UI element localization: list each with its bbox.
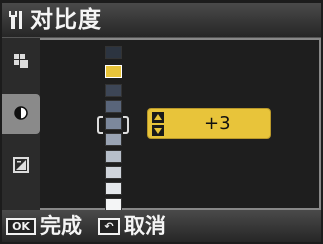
scale-level xyxy=(105,133,122,146)
grid-icon xyxy=(14,54,28,68)
contrast-value-selector[interactable]: +3 xyxy=(147,108,271,139)
tab-brightness[interactable] xyxy=(2,146,40,186)
scale-level-selected xyxy=(105,65,122,78)
camera-menu-screen: 对比度 +3 OK 完成 ↶ 取消 xyxy=(0,0,323,244)
back-key-icon[interactable]: ↶ xyxy=(98,218,120,235)
exposure-icon xyxy=(13,157,29,173)
contrast-icon xyxy=(14,106,28,120)
scale-level xyxy=(105,84,122,97)
scale-bracket-left xyxy=(97,116,103,134)
title-bar: 对比度 xyxy=(2,3,321,38)
scale-level xyxy=(105,166,122,179)
cancel-label[interactable]: 取消 xyxy=(124,214,166,238)
wrench-icon xyxy=(9,11,22,29)
up-down-arrows-icon xyxy=(152,112,164,136)
bottom-bar: OK 完成 ↶ 取消 xyxy=(2,210,321,242)
ok-key-icon[interactable]: OK xyxy=(6,218,36,235)
menu-tabs xyxy=(2,38,40,210)
scale-level xyxy=(105,150,122,163)
scale-level xyxy=(105,117,122,130)
scale-level xyxy=(105,46,122,59)
page-title: 对比度 xyxy=(30,7,102,33)
scale-level xyxy=(105,100,122,113)
tab-contrast[interactable] xyxy=(2,94,40,134)
scale-level xyxy=(105,182,122,195)
scale-bracket-right xyxy=(123,116,129,134)
tab-setup[interactable] xyxy=(2,42,40,82)
ok-label[interactable]: 完成 xyxy=(40,214,82,238)
contrast-value: +3 xyxy=(204,113,231,134)
